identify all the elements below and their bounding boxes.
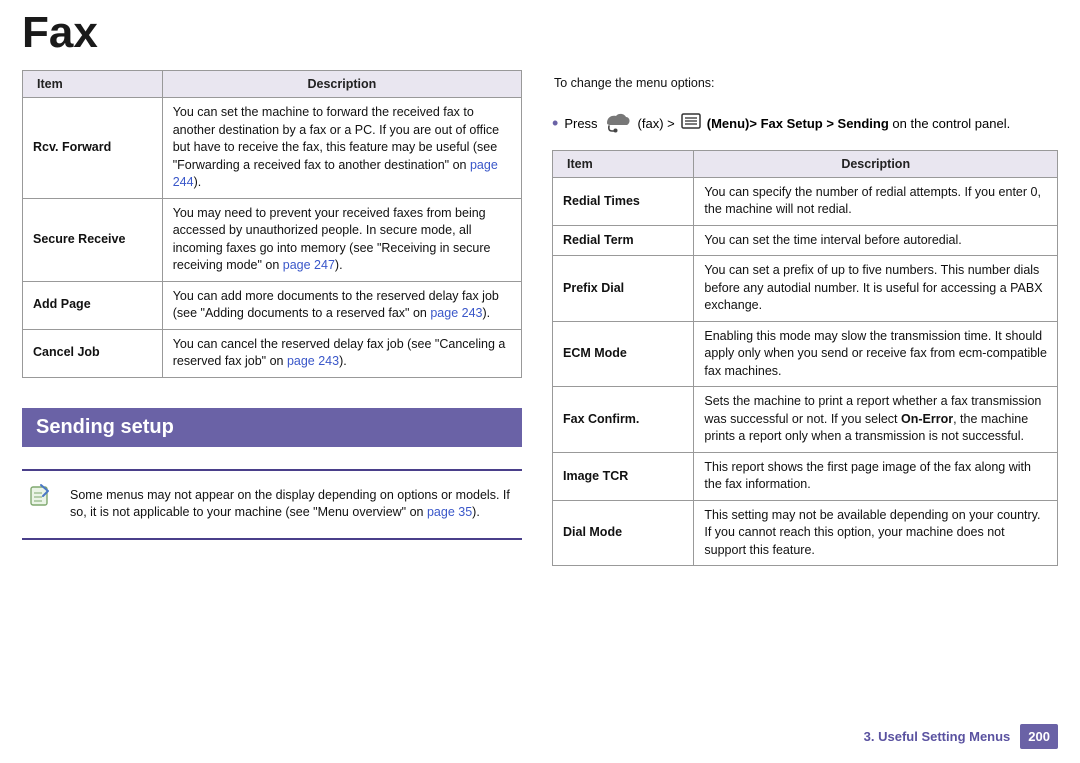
page-link[interactable]: page 243: [430, 306, 482, 320]
press-word: Press: [564, 116, 597, 131]
table-row: Add Page You can add more documents to t…: [23, 281, 522, 329]
desc-cell: You can specify the number of redial att…: [694, 177, 1058, 225]
th-item: Item: [23, 71, 163, 98]
item-cell: Redial Times: [553, 177, 694, 225]
item-cell: ECM Mode: [553, 321, 694, 387]
th-desc: Description: [694, 150, 1058, 177]
desc-cell: You can set the machine to forward the r…: [162, 98, 521, 199]
on-error-bold: On-Error: [901, 412, 953, 426]
footer-chapter: 3. Useful Setting Menus: [864, 729, 1011, 744]
menu-icon: [681, 113, 701, 134]
th-desc: Description: [162, 71, 521, 98]
item-cell: Rcv. Forward: [23, 98, 163, 199]
desc-cell: Sets the machine to print a report wheth…: [694, 387, 1058, 453]
item-cell: Prefix Dial: [553, 256, 694, 322]
desc-cell: You can set a prefix of up to five numbe…: [694, 256, 1058, 322]
item-cell: Cancel Job: [23, 329, 163, 377]
desc-cell: You can cancel the reserved delay fax jo…: [162, 329, 521, 377]
page-title: Fax: [22, 8, 98, 58]
note-box: Some menus may not appear on the display…: [22, 469, 522, 540]
table-row: Rcv. Forward You can set the machine to …: [23, 98, 522, 199]
table-row: Redial Times You can specify the number …: [553, 177, 1058, 225]
page-link[interactable]: page 35: [427, 505, 472, 519]
page-number-badge: 200: [1020, 724, 1058, 749]
left-table: Item Description Rcv. Forward You can se…: [22, 70, 522, 378]
table-row: Prefix Dial You can set a prefix of up t…: [553, 256, 1058, 322]
table-row: Image TCR This report shows the first pa…: [553, 452, 1058, 500]
desc-cell: You may need to prevent your received fa…: [162, 198, 521, 281]
note-icon: [28, 483, 52, 507]
tail: on the control panel.: [892, 116, 1010, 131]
desc-text: ).: [194, 175, 202, 189]
page-link[interactable]: page 243: [287, 354, 339, 368]
section-header-sending-setup: Sending setup: [22, 408, 522, 447]
table-row: ECM Mode Enabling this mode may slow the…: [553, 321, 1058, 387]
desc-text: You can set the machine to forward the r…: [173, 105, 499, 172]
desc-cell: You can set the time interval before aut…: [694, 225, 1058, 256]
instruction-line: • Press (fax) > (Menu)> Fax Setu: [552, 111, 1058, 136]
menu-word: (Menu)> Fax Setup > Sending on the contr…: [707, 116, 1010, 131]
item-cell: Image TCR: [553, 452, 694, 500]
right-table: Item Description Redial Times You can sp…: [552, 150, 1058, 567]
fax-label: (fax) >: [638, 116, 675, 131]
path: > Fax Setup > Sending: [749, 116, 888, 131]
desc-cell: This report shows the first page image o…: [694, 452, 1058, 500]
item-cell: Fax Confirm.: [553, 387, 694, 453]
desc-cell: Enabling this mode may slow the transmis…: [694, 321, 1058, 387]
right-column: To change the menu options: • Press (fax…: [552, 70, 1058, 723]
page-link[interactable]: page 247: [283, 258, 335, 272]
desc-cell: You can add more documents to the reserv…: [162, 281, 521, 329]
th-item: Item: [553, 150, 694, 177]
table-row: Cancel Job You can cancel the reserved d…: [23, 329, 522, 377]
right-top-note: To change the menu options:: [552, 70, 1058, 107]
desc-text: ).: [339, 354, 347, 368]
page-footer: 3. Useful Setting Menus 200: [864, 724, 1058, 749]
table-row: Secure Receive You may need to prevent y…: [23, 198, 522, 281]
note-text: ).: [472, 505, 480, 519]
fax-icon: [604, 111, 632, 136]
content-area: Item Description Rcv. Forward You can se…: [22, 70, 1058, 723]
item-cell: Dial Mode: [553, 500, 694, 566]
left-column: Item Description Rcv. Forward You can se…: [22, 70, 522, 723]
item-cell: Add Page: [23, 281, 163, 329]
table-row: Fax Confirm. Sets the machine to print a…: [553, 387, 1058, 453]
item-cell: Secure Receive: [23, 198, 163, 281]
desc-text: ).: [483, 306, 491, 320]
item-cell: Redial Term: [553, 225, 694, 256]
desc-cell: This setting may not be available depend…: [694, 500, 1058, 566]
table-row: Dial Mode This setting may not be availa…: [553, 500, 1058, 566]
desc-text: ).: [335, 258, 343, 272]
bullet: •: [552, 114, 558, 132]
menu-bold: (Menu): [707, 116, 750, 131]
table-row: Redial Term You can set the time interva…: [553, 225, 1058, 256]
